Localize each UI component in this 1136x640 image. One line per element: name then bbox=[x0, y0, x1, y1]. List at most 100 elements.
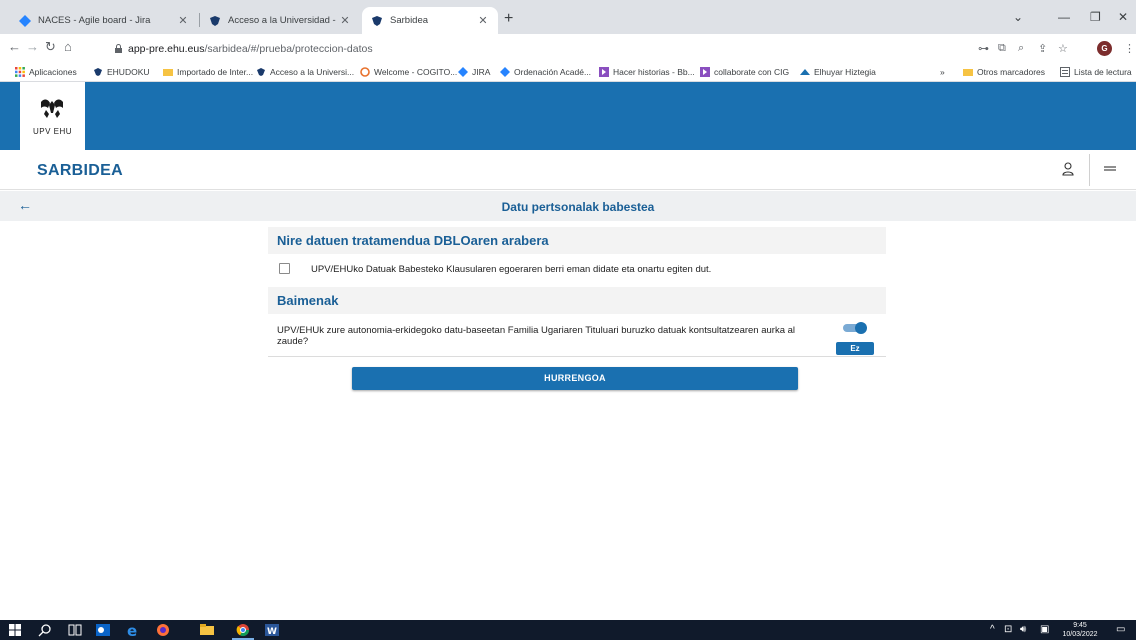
bb-icon bbox=[700, 67, 710, 77]
firefox-icon[interactable] bbox=[156, 623, 170, 637]
address-bar-row: ← → ↻ ⌂ app-pre.ehu.eus/sarbidea/#/prueb… bbox=[0, 34, 1136, 62]
bookmark-item[interactable]: collaborate con CIG bbox=[700, 65, 789, 79]
consent-checkbox[interactable] bbox=[279, 263, 290, 274]
notification-badge-icon[interactable]: ▣ bbox=[1040, 624, 1049, 635]
share-icon[interactable]: ⇪ bbox=[1038, 42, 1047, 55]
clock-time: 9:45 bbox=[1073, 622, 1087, 629]
header-divider bbox=[1089, 154, 1090, 186]
bookmark-item[interactable]: Hacer historias - Bb... bbox=[599, 65, 695, 79]
hamburger-menu-icon[interactable] bbox=[1104, 164, 1116, 174]
bookmark-item[interactable]: Lista de lectura bbox=[1060, 65, 1132, 79]
windows-start-icon[interactable] bbox=[9, 624, 21, 636]
permission-row: UPV/EHUk zure autonomia-erkidegoko datu-… bbox=[268, 317, 886, 357]
jira-icon bbox=[500, 67, 510, 77]
section-header-data-treatment: Nire datuen tratamendua DBLOaren arabera bbox=[268, 227, 886, 254]
bookmark-label: JIRA bbox=[472, 67, 491, 77]
bookmark-item[interactable]: Welcome - COGITO... bbox=[360, 65, 457, 79]
word-icon[interactable]: W bbox=[265, 623, 279, 637]
page-subheader: ← Datu pertsonalak babestea bbox=[0, 191, 1136, 221]
bookmark-item[interactable]: Importado de Inter... bbox=[163, 65, 253, 79]
bookmarks-overflow-icon[interactable]: » bbox=[940, 65, 945, 79]
bookmark-label: Aplicaciones bbox=[29, 67, 77, 77]
tab-title: NACES - Agile board - Jira bbox=[38, 15, 151, 26]
permission-toggle[interactable] bbox=[843, 322, 867, 334]
upv-icon bbox=[94, 68, 102, 76]
outlook-icon[interactable] bbox=[96, 623, 110, 637]
tab-search-icon[interactable]: ⌄ bbox=[1013, 10, 1023, 24]
bookmark-label: Importado de Inter... bbox=[177, 67, 254, 77]
upv-ehu-emblem-icon bbox=[41, 99, 63, 118]
bookmark-label: Ordenación Acadé... bbox=[514, 67, 592, 77]
volume-icon[interactable]: 🔊︎ bbox=[1020, 624, 1026, 635]
action-center-icon[interactable]: ▭ bbox=[1116, 624, 1125, 635]
app-titlebar: SARBIDEA bbox=[0, 150, 1136, 190]
section-header-permissions: Baimenak bbox=[268, 287, 886, 314]
home-icon[interactable]: ⌂ bbox=[64, 40, 72, 54]
file-explorer-icon[interactable] bbox=[200, 623, 214, 637]
tab-close-icon[interactable]: ✕ bbox=[476, 14, 490, 27]
bookmark-label: EHUDOKU bbox=[107, 67, 150, 77]
url-field[interactable]: app-pre.ehu.eus/sarbidea/#/prueba/protec… bbox=[128, 43, 373, 55]
tab-title: Sarbidea bbox=[390, 15, 429, 26]
upv-ehu-logo[interactable]: UPV EHU bbox=[20, 82, 85, 150]
tab-close-icon[interactable]: ✕ bbox=[338, 14, 352, 27]
bookmark-item[interactable]: Elhuyar Hiztegia bbox=[800, 65, 876, 79]
next-button[interactable]: HURRENGOA bbox=[352, 367, 798, 390]
new-tab-button[interactable]: + bbox=[504, 11, 513, 27]
bookmark-label: Otros marcadores bbox=[977, 67, 1046, 77]
reading-list-icon bbox=[1060, 67, 1070, 77]
browser-menu-icon[interactable]: ⋮ bbox=[1124, 42, 1135, 55]
tab-close-icon[interactable]: ✕ bbox=[176, 14, 190, 27]
permission-question: UPV/EHUk zure autonomia-erkidegoko datu-… bbox=[277, 325, 796, 347]
bookmarks-bar: Aplicaciones EHUDOKU Importado de Inter.… bbox=[0, 62, 1136, 82]
consent-label: UPV/EHUko Datuak Babesteko Klausularen e… bbox=[311, 264, 712, 275]
close-window-icon[interactable]: ✕ bbox=[1118, 10, 1128, 24]
back-nav-icon[interactable]: ← bbox=[8, 40, 21, 54]
elhuyar-icon bbox=[800, 69, 810, 75]
bookmark-item[interactable]: Ordenación Acadé... bbox=[500, 65, 591, 79]
section-title: Nire datuen tratamendua DBLOaren arabera bbox=[277, 233, 549, 248]
bookmark-item[interactable]: Acceso a la Universi... bbox=[256, 65, 354, 79]
lock-icon[interactable] bbox=[114, 44, 123, 53]
chrome-icon[interactable] bbox=[236, 623, 250, 637]
user-icon[interactable] bbox=[1062, 162, 1074, 176]
bookmark-label: Acceso a la Universi... bbox=[270, 67, 355, 77]
toggle-knob bbox=[855, 322, 867, 334]
taskbar-clock[interactable]: 9:45 10/03/2022 bbox=[1058, 621, 1102, 639]
restore-icon[interactable]: ❐ bbox=[1090, 10, 1101, 24]
forward-nav-icon[interactable]: → bbox=[26, 40, 39, 54]
section-title: Baimenak bbox=[277, 293, 339, 308]
search-icon[interactable] bbox=[38, 623, 52, 637]
app-title[interactable]: SARBIDEA bbox=[37, 162, 123, 180]
bookmark-item[interactable]: EHUDOKU bbox=[93, 65, 150, 79]
bookmark-item[interactable]: Aplicaciones bbox=[15, 65, 77, 79]
bookmark-label: Lista de lectura bbox=[1074, 67, 1132, 77]
browser-tab-jira[interactable]: NACES - Agile board - Jira ✕ bbox=[10, 7, 198, 34]
logo-text: UPV EHU bbox=[32, 127, 73, 136]
bookmark-label: collaborate con CIG bbox=[714, 67, 790, 77]
key-icon[interactable]: ⊶ bbox=[978, 42, 989, 55]
url-host: app-pre.ehu.eus bbox=[128, 43, 205, 55]
bookmark-label: Welcome - COGITO... bbox=[374, 67, 458, 77]
jira-icon bbox=[19, 14, 31, 27]
install-icon[interactable]: ⧉ bbox=[998, 42, 1006, 55]
profile-avatar[interactable]: G bbox=[1097, 41, 1112, 56]
cogito-icon bbox=[360, 67, 370, 77]
minimize-icon[interactable]: — bbox=[1058, 10, 1070, 24]
reload-icon[interactable]: ↻ bbox=[45, 40, 56, 54]
consent-row: UPV/EHUko Datuak Babesteko Klausularen e… bbox=[268, 258, 886, 282]
browser-tab-acceso[interactable]: Acceso a la Universidad - UPV/EH ✕ bbox=[200, 7, 360, 34]
folder-icon bbox=[163, 69, 173, 76]
browser-tab-sarbidea[interactable]: Sarbidea ✕ bbox=[362, 7, 498, 34]
app-header: UPV EHU bbox=[0, 82, 1136, 150]
tray-chevron-icon[interactable]: ^ bbox=[990, 624, 995, 635]
upv-icon bbox=[210, 15, 220, 26]
task-view-icon[interactable] bbox=[68, 623, 82, 637]
clock-date: 10/03/2022 bbox=[1062, 631, 1098, 638]
bookmark-star-icon[interactable]: ☆ bbox=[1058, 42, 1068, 55]
network-icon[interactable]: ⊡ bbox=[1004, 624, 1012, 635]
bookmark-item[interactable]: Otros marcadores bbox=[963, 65, 1045, 79]
internet-explorer-icon[interactable]: e bbox=[126, 623, 140, 637]
bookmark-item[interactable]: JIRA bbox=[458, 65, 490, 79]
zoom-icon[interactable]: ⌕ bbox=[1018, 42, 1024, 55]
